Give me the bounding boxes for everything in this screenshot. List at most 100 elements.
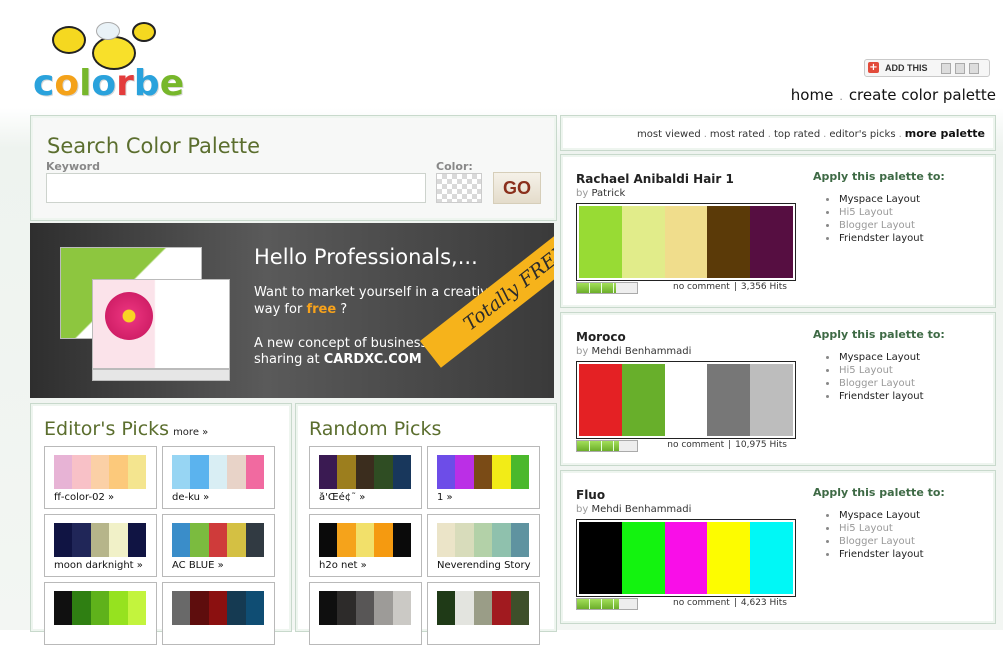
palette-swatches[interactable] [172, 591, 265, 625]
palette-name-link[interactable]: å'Œé¢˜ » [319, 492, 419, 503]
palette-swatches[interactable] [54, 455, 147, 489]
color-picker[interactable] [436, 173, 482, 203]
palette-title-link[interactable]: Fluo [576, 488, 605, 502]
most-viewed-link[interactable]: most viewed [637, 129, 701, 140]
most-rated-link[interactable]: most rated [710, 129, 765, 140]
palette-swatches[interactable] [576, 361, 796, 439]
color-swatch [374, 455, 393, 489]
color-swatch [621, 206, 665, 278]
palette-tile[interactable]: AC BLUE » [162, 514, 275, 577]
color-swatch [227, 523, 246, 557]
more-palette-link[interactable]: more palette [905, 127, 985, 140]
palette-title-link[interactable]: Moroco [576, 330, 626, 344]
color-swatch [473, 591, 493, 625]
palette-tile[interactable] [427, 582, 540, 645]
palette-name-link[interactable]: h2o net » [319, 560, 419, 571]
top-navigation: home. create color palette [740, 86, 996, 104]
palette-tile[interactable]: de-ku » [162, 446, 275, 509]
rating-bar[interactable] [576, 598, 638, 610]
palette-name-link[interactable]: 1 » [437, 492, 537, 503]
color-swatch [54, 455, 73, 489]
top-rated-link[interactable]: top rated [774, 129, 820, 140]
palette-swatches[interactable] [437, 591, 530, 625]
apply-layout-link[interactable]: Blogger Layout [826, 219, 924, 232]
color-swatch [245, 455, 265, 489]
color-swatch [355, 455, 375, 489]
add-this-button[interactable]: + ADD THIS [864, 59, 990, 77]
palette-tile[interactable] [162, 582, 275, 645]
banner-title: Hello Professionals,... [254, 245, 478, 269]
plus-icon: + [868, 62, 879, 73]
palette-name-link[interactable]: ff-color-02 » [54, 492, 154, 503]
rating-bar[interactable] [576, 440, 638, 452]
apply-layout-link[interactable]: Blogger Layout [826, 377, 924, 390]
more-link[interactable]: more » [173, 427, 208, 438]
color-swatch [54, 591, 73, 625]
apply-layout-link[interactable]: Myspace Layout [826, 193, 924, 206]
palette-swatches[interactable] [437, 523, 530, 557]
apply-layout-link[interactable]: Friendster layout [826, 548, 924, 561]
palette-swatches[interactable] [172, 455, 265, 489]
palette-name-link[interactable]: Neverending Story [437, 560, 537, 571]
apply-layout-link[interactable]: Friendster layout [826, 232, 924, 245]
apply-layout-link[interactable]: Friendster layout [826, 390, 924, 403]
palette-tile[interactable]: å'Œé¢˜ » [309, 446, 422, 509]
palette-swatches[interactable] [576, 519, 796, 597]
color-swatch [473, 523, 493, 557]
author-link[interactable]: Mehdi Benhammadi [591, 504, 691, 515]
color-swatch [664, 364, 708, 436]
apply-layout-link[interactable]: Hi5 Layout [826, 364, 924, 377]
color-swatch [492, 591, 511, 625]
go-button[interactable]: GO [493, 172, 541, 204]
palette-swatches[interactable] [437, 455, 530, 489]
color-swatch [319, 523, 338, 557]
apply-layout-link[interactable]: Myspace Layout [826, 509, 924, 522]
palette-tile[interactable] [44, 582, 157, 645]
nav-create-palette-link[interactable]: create color palette [849, 86, 996, 104]
author-link[interactable]: Mehdi Benhammadi [591, 346, 691, 357]
palette-title-link[interactable]: Rachael Anibaldi Hair 1 [576, 172, 734, 186]
palette-name-link[interactable]: de-ku » [172, 492, 272, 503]
palette-tile[interactable]: h2o net » [309, 514, 422, 577]
bee-icon [132, 22, 156, 42]
palette-tile[interactable]: Neverending Story [427, 514, 540, 577]
palette-swatches[interactable] [319, 523, 412, 557]
rating-fill [577, 283, 616, 293]
apply-layout-link[interactable]: Myspace Layout [826, 351, 924, 364]
author-link[interactable]: Patrick [591, 188, 625, 199]
palette-swatches[interactable] [54, 591, 147, 625]
color-swatch [392, 523, 412, 557]
palette-author: by Mehdi Benhammadi [576, 504, 692, 515]
color-swatch [579, 206, 622, 278]
palette-swatches[interactable] [576, 203, 796, 281]
palette-tile[interactable] [309, 582, 422, 645]
palette-swatches[interactable] [54, 523, 147, 557]
palette-swatches[interactable] [172, 523, 265, 557]
color-swatch [337, 523, 356, 557]
apply-layout-link[interactable]: Blogger Layout [826, 535, 924, 548]
editors-picks-link[interactable]: editor's picks [829, 129, 895, 140]
color-swatch [54, 523, 73, 557]
palette-tile[interactable]: ff-color-02 » [44, 446, 157, 509]
cardxc-banner[interactable]: Hello Professionals,... Want to market y… [30, 223, 554, 398]
logo-text: colorbe [33, 63, 185, 104]
comment-link[interactable]: no comment [667, 440, 724, 450]
palette-tile[interactable]: moon darknight » [44, 514, 157, 577]
palette-swatches[interactable] [319, 591, 412, 625]
comment-link[interactable]: no comment [673, 598, 730, 608]
apply-layout-link[interactable]: Hi5 Layout [826, 206, 924, 219]
palette-swatches[interactable] [319, 455, 412, 489]
colorbe-logo[interactable]: colorbe [30, 6, 190, 104]
color-swatch [208, 455, 228, 489]
rating-bar[interactable] [576, 282, 638, 294]
palette-name-link[interactable]: moon darknight » [54, 560, 154, 571]
nav-home-link[interactable]: home [791, 86, 834, 104]
color-swatch [90, 523, 110, 557]
comment-link[interactable]: no comment [673, 282, 730, 292]
keyword-input[interactable] [46, 173, 426, 203]
color-label: Color: [436, 160, 473, 173]
palette-tile[interactable]: 1 » [427, 446, 540, 509]
apply-layout-link[interactable]: Hi5 Layout [826, 522, 924, 535]
hits-count: 4,623 Hits [740, 598, 787, 608]
palette-name-link[interactable]: AC BLUE » [172, 560, 272, 571]
